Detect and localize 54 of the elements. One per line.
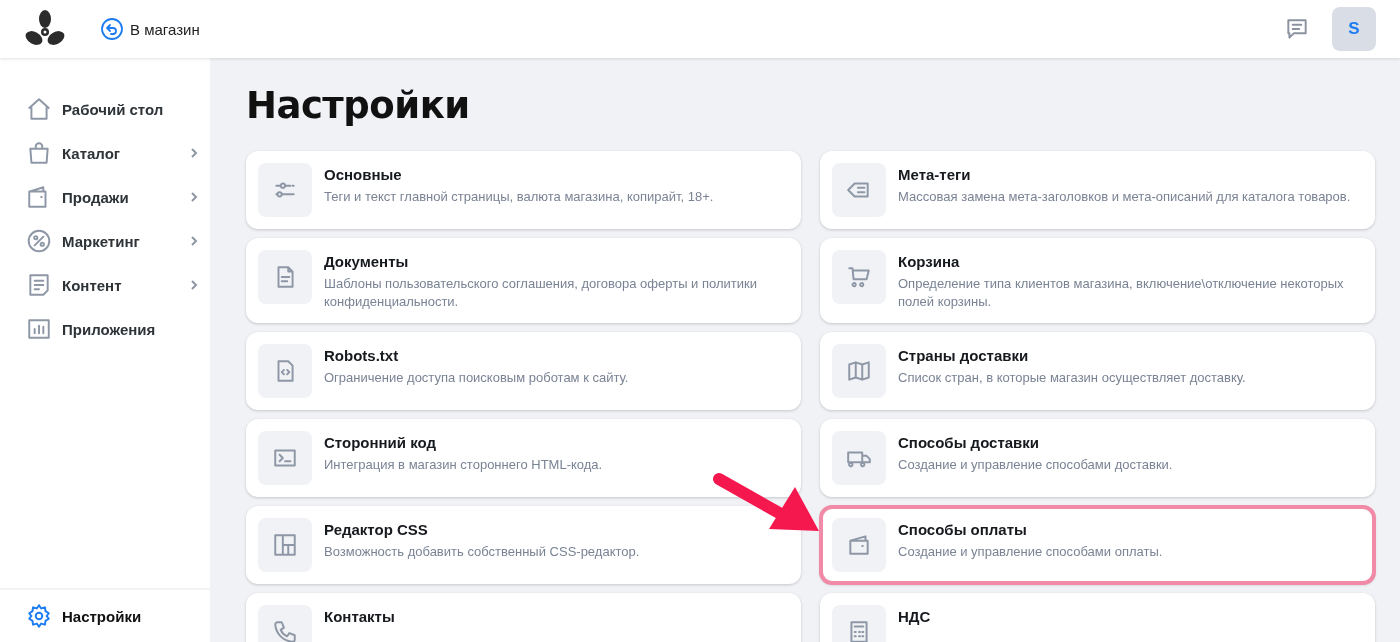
card-title: НДС xyxy=(898,608,931,625)
card-title: Контакты xyxy=(324,608,395,625)
page-title: Настройки xyxy=(246,84,471,127)
card-title: Корзина xyxy=(898,253,961,270)
settings-card[interactable]: Мета-теги Массовая замена мета-заголовков и мета-описаний для каталога товаров. xyxy=(820,151,1375,229)
card-title: Редактор CSS xyxy=(324,521,429,538)
card-title: Основные xyxy=(324,166,403,183)
card-description: Создание и управление способами оплаты. xyxy=(898,543,1163,561)
card-description: Ограничение доступа поисковым роботам к сайту. xyxy=(324,369,629,387)
card-title: Страны доставки xyxy=(898,347,1030,364)
settings-card[interactable]: Редактор CSS Возможность добавить собственный CSS-редактор. xyxy=(246,506,801,584)
card-title: Мета-теги xyxy=(898,166,972,183)
wallet-icon xyxy=(846,532,872,558)
card-description: Список стран, в которые магазин осуществляет доставку. xyxy=(898,369,1246,387)
settings-card[interactable]: Сторонний код Интеграция в магазин стороннего HTML-кода. xyxy=(246,419,801,497)
shopping-bag-icon xyxy=(26,140,52,166)
settings-card[interactable]: НДС xyxy=(820,593,1375,642)
card-description: Массовая замена мета-заголовков и мета-описаний для каталога товаров. xyxy=(898,188,1351,206)
sidebar-item[interactable]: Контент xyxy=(0,269,210,301)
card-title: Способы оплаты xyxy=(898,521,1028,538)
card-description: Теги и текст главной страницы, валюта магазина, копирайт, 18+. xyxy=(324,188,714,206)
sidebar-item[interactable]: Маркетинг xyxy=(0,225,210,257)
settings-card[interactable]: Корзина Определение типа клиентов магазина, включение\отключение некоторых полей корзины. xyxy=(820,238,1375,323)
settings-card[interactable]: Основные Теги и текст главной страницы, валюта магазина, копирайт, 18+. xyxy=(246,151,801,229)
card-description: Интеграция в магазин стороннего HTML-кода. xyxy=(324,456,603,474)
card-title: Способы доставки xyxy=(898,434,1041,451)
sidebar-item[interactable]: Настройки xyxy=(0,600,210,632)
back-to-store-link[interactable]: В магазин xyxy=(100,17,200,41)
settings-icon xyxy=(26,603,52,629)
card-description: Возможность добавить собственный CSS-редактор. xyxy=(324,543,640,561)
settings-card[interactable]: Документы Шаблоны пользовательского соглашения, договора оферты и политики конфиденциальности. xyxy=(246,238,801,323)
sidebar-item[interactable]: Продажи xyxy=(0,181,210,213)
chat-icon xyxy=(1284,16,1310,42)
cart-icon xyxy=(846,264,872,290)
card-title: Robots.txt xyxy=(324,347,400,364)
home-icon xyxy=(26,96,52,122)
settings-card[interactable]: Способы доставки Создание и управление способами доставки. xyxy=(820,419,1375,497)
card-title: Сторонний код xyxy=(324,434,437,451)
settings-card[interactable]: Robots.txt Ограничение доступа поисковым роботам к сайту. xyxy=(246,332,801,410)
percent-icon xyxy=(26,228,52,254)
card-title: Документы xyxy=(324,253,410,270)
settings-card[interactable]: Страны доставки Список стран, в которые магазин осуществляет доставку. xyxy=(820,332,1375,410)
sidebar-item[interactable]: Приложения xyxy=(0,313,210,345)
sidebar-item[interactable]: Каталог xyxy=(0,137,210,169)
sidebar-item[interactable]: Рабочий стол xyxy=(0,93,210,125)
card-description: Создание и управление способами доставки. xyxy=(898,456,1173,474)
card-description: Шаблоны пользовательского соглашения, договора оферты и политики конфиденциальности. xyxy=(324,275,758,311)
document-icon xyxy=(26,272,52,298)
bar-chart-icon xyxy=(26,316,52,342)
phone-icon xyxy=(272,619,298,642)
layout-icon xyxy=(272,532,298,558)
map-icon xyxy=(846,358,872,384)
card-description: Определение типа клиентов магазина, включение\отключение некоторых полей корзины. xyxy=(898,275,1345,311)
settings-card[interactable]: Контакты xyxy=(246,593,801,642)
